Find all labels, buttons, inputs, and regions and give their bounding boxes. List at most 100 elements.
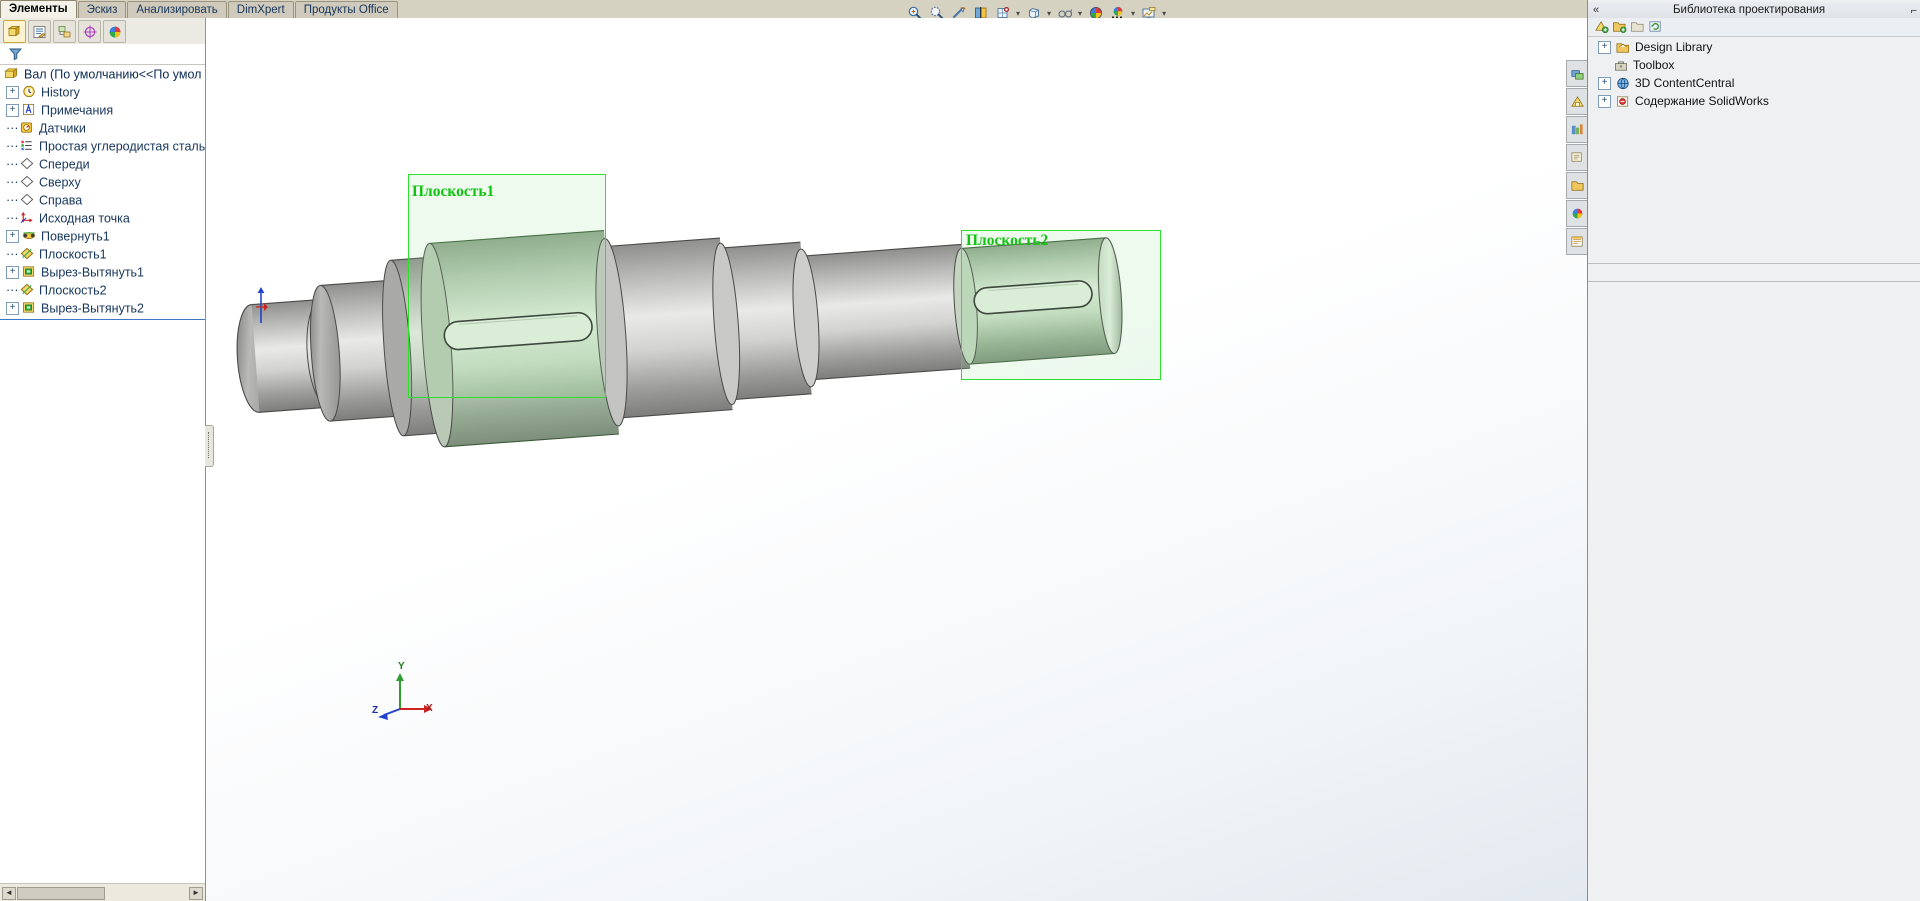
feature-tree-item[interactable]: ···Датчики xyxy=(0,119,205,137)
feature-tree-item[interactable]: ···Плоскость2 xyxy=(0,281,205,299)
feature-tree-item-label: Простая углеродистая сталь xyxy=(39,140,205,154)
display-style-dropdown-arrow[interactable]: ▾ xyxy=(1047,9,1051,18)
task-pane-pin-button[interactable]: ⌐ xyxy=(1911,3,1917,19)
plane1-boundary[interactable] xyxy=(408,174,606,398)
tree-selection-indicator xyxy=(0,319,205,320)
expand-toggle[interactable]: + xyxy=(6,266,19,279)
task-pane-tabs xyxy=(1566,60,1586,256)
feature-tree-item-label: Плоскость1 xyxy=(39,248,107,262)
extrude-cut-icon xyxy=(21,264,38,280)
tree-indent: ··· xyxy=(6,155,19,173)
feature-tree-item[interactable]: + Примечания xyxy=(0,101,205,119)
feature-tree-item[interactable]: ···Исходная точка xyxy=(0,209,205,227)
hscroll-thumb[interactable] xyxy=(17,887,105,900)
feature-tree-item-label: Сверху xyxy=(39,176,81,190)
create-new-folder-button[interactable] xyxy=(1630,19,1646,35)
sw-content-icon xyxy=(1615,94,1631,108)
plane2-label: Плоскость2 xyxy=(966,232,1048,250)
expand-toggle[interactable]: + xyxy=(6,230,19,243)
view-orientation-dropdown-arrow[interactable]: ▾ xyxy=(1016,9,1020,18)
feature-tree-item[interactable]: + Вырез-Вытянуть1 xyxy=(0,263,205,281)
solidworks-window: ЭлементыЭскизАнализироватьDimXpertПродук… xyxy=(0,0,1920,901)
plane2-boundary[interactable] xyxy=(961,230,1161,380)
feature-tree[interactable]: Вал (По умолчанию<<По умол+History+Приме… xyxy=(0,65,205,895)
feature-tree-item[interactable]: +Вырез-Вытянуть2 xyxy=(0,299,205,317)
hscroll-right-arrow[interactable]: ► xyxy=(189,887,203,900)
tab-5[interactable]: Продукты Office xyxy=(295,1,398,18)
library-folder-icon xyxy=(1615,40,1631,54)
expand-toggle[interactable]: + xyxy=(6,86,19,99)
appearances-scenes-tab[interactable] xyxy=(1566,200,1587,227)
tab-3[interactable]: Анализировать xyxy=(127,1,226,18)
task-pane-title-bar: « Библиотека проектирования ⌐ xyxy=(1588,2,1920,18)
feature-tree-hscrollbar[interactable]: ◄ ► xyxy=(0,883,205,901)
plane-yellow-icon xyxy=(19,282,36,298)
configuration-manager-tab[interactable] xyxy=(53,20,76,43)
expand-toggle[interactable]: + xyxy=(1598,41,1611,54)
task-pane-title: Библиотека проектирования xyxy=(1673,2,1825,18)
expand-toggle[interactable]: + xyxy=(1598,77,1611,90)
file-explorer-tab[interactable] xyxy=(1566,116,1587,143)
feature-tree-item[interactable]: +Повернуть1 xyxy=(0,227,205,245)
refresh-library-button[interactable] xyxy=(1648,19,1664,35)
feature-tree-item[interactable]: ···Сверху xyxy=(0,173,205,191)
plane-yellow-icon xyxy=(19,246,36,262)
design-library-item-label: 3D ContentCentral xyxy=(1635,76,1734,90)
feature-tree-item-label: Примечания xyxy=(41,104,113,118)
solidworks-resources-tab[interactable] xyxy=(1566,60,1587,87)
design-library-tab[interactable] xyxy=(1566,88,1587,115)
display-manager-tab[interactable] xyxy=(103,20,126,43)
command-manager-tabs: ЭлементыЭскизАнализироватьDimXpertПродук… xyxy=(0,0,399,18)
feature-tree-item[interactable]: ···Справа xyxy=(0,191,205,209)
feature-tree-item-label: Вырез-Вытянуть1 xyxy=(41,266,144,280)
hscroll-left-arrow[interactable]: ◄ xyxy=(2,887,16,900)
tree-indent: ··· xyxy=(6,137,19,155)
view-palette-tab[interactable] xyxy=(1566,172,1587,199)
material-icon xyxy=(19,138,36,154)
add-file-location-button[interactable] xyxy=(1612,19,1628,35)
history-icon xyxy=(21,84,38,100)
design-library-item[interactable]: Toolbox xyxy=(1588,56,1920,74)
feature-tree-item[interactable]: ··· Спереди xyxy=(0,155,205,173)
search-tab[interactable] xyxy=(1566,144,1587,171)
design-library-tree[interactable]: +Design LibraryToolbox+3D ContentCentral… xyxy=(1588,38,1920,263)
annotations-icon xyxy=(21,102,38,118)
feature-tree-filter[interactable] xyxy=(0,44,205,65)
design-library-item[interactable]: +3D ContentCentral xyxy=(1588,74,1920,92)
panel-splitter-handle[interactable] xyxy=(205,425,214,467)
property-manager-tab[interactable] xyxy=(28,20,51,43)
feature-tree-root[interactable]: Вал (По умолчанию<<По умол xyxy=(0,65,205,83)
apply-scene-dropdown-arrow[interactable]: ▾ xyxy=(1131,9,1135,18)
graphics-area[interactable]: Плоскость1 Плоскость2 Y X Z xyxy=(206,18,1587,901)
feature-tree-item-label: Датчики xyxy=(39,122,86,136)
custom-properties-tab[interactable] xyxy=(1566,228,1587,255)
task-pane-divider-bottom xyxy=(1588,281,1920,282)
plane1-label: Плоскость1 xyxy=(412,183,494,201)
feature-tree-item[interactable]: ··· Простая углеродистая сталь xyxy=(0,137,205,155)
plane-icon xyxy=(19,192,36,208)
tab-4[interactable]: DimXpert xyxy=(228,1,294,18)
tree-indent: ··· xyxy=(6,281,19,299)
design-library-item[interactable]: +Содержание SolidWorks xyxy=(1588,92,1920,110)
dimxpert-manager-tab[interactable] xyxy=(78,20,101,43)
task-pane-collapse-button[interactable]: « xyxy=(1593,2,1599,18)
tab-1[interactable]: Элементы xyxy=(0,0,77,18)
expand-toggle[interactable]: + xyxy=(6,302,19,315)
feature-tree-item-label: Спереди xyxy=(39,158,90,172)
origin-marker xyxy=(253,285,269,323)
design-library-item[interactable]: +Design Library xyxy=(1588,38,1920,56)
tree-indent: ··· xyxy=(6,245,19,263)
feature-tree-item[interactable]: ··· Плоскость1 xyxy=(0,245,205,263)
expand-toggle[interactable]: + xyxy=(6,104,19,117)
add-to-library-button[interactable] xyxy=(1594,19,1610,35)
origin-icon xyxy=(19,210,36,226)
task-pane: « Библиотека проектирования ⌐ +Design Li… xyxy=(1587,0,1920,901)
shaft-model[interactable] xyxy=(206,18,1587,901)
plane-icon xyxy=(19,156,36,172)
feature-manager-tree-tab[interactable] xyxy=(3,20,26,43)
feature-tree-item[interactable]: +History xyxy=(0,83,205,101)
expand-toggle[interactable]: + xyxy=(1598,95,1611,108)
tab-2[interactable]: Эскиз xyxy=(78,1,127,18)
hide-show-dropdown-arrow[interactable]: ▾ xyxy=(1078,9,1082,18)
view-settings-dropdown-arrow[interactable]: ▾ xyxy=(1162,9,1166,18)
